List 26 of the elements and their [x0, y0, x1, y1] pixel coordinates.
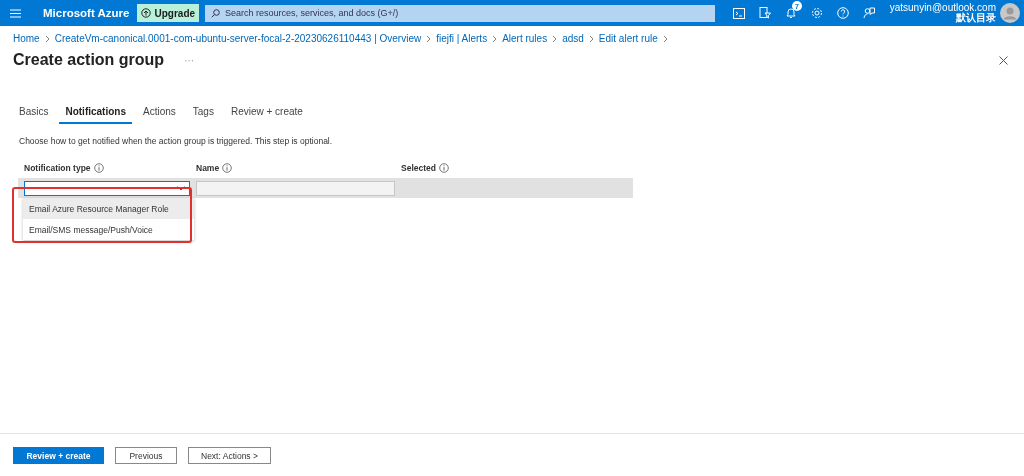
- tab[interactable]: Notifications: [59, 103, 132, 124]
- breadcrumb-link[interactable]: adsd: [562, 33, 584, 44]
- breadcrumb-link[interactable]: fiejfi | Alerts: [436, 33, 488, 44]
- column-header: Selected: [401, 163, 436, 173]
- dropdown-option[interactable]: Email Azure Resource Manager Role: [23, 198, 194, 219]
- review-create-button[interactable]: Review + create: [13, 447, 104, 464]
- directory-name: 默认目录: [956, 13, 996, 24]
- user-email[interactable]: yatsunyin@outlook.com: [889, 2, 996, 13]
- upgrade-button[interactable]: Upgrade: [137, 4, 200, 22]
- brand-name[interactable]: Microsoft Azure: [43, 7, 130, 19]
- column-header: Notification type: [24, 163, 91, 173]
- breadcrumb-link[interactable]: CreateVm-canonical.0001-com-ubuntu-server-focal-2-20230626110443 | Overview: [54, 33, 422, 44]
- tab[interactable]: Tags: [186, 103, 220, 124]
- description-text: Choose how to get notified when the action group is triggered. This step is optional.: [19, 136, 334, 146]
- footer-button[interactable]: Previous: [115, 447, 177, 464]
- footer-button[interactable]: Next: Actions >: [188, 447, 271, 464]
- breadcrumb-link[interactable]: Home: [13, 33, 40, 44]
- tab[interactable]: Basics: [13, 103, 55, 124]
- tab[interactable]: Review + create: [224, 103, 309, 124]
- search-field[interactable]: Search resources, services, and docs (G+/): [205, 4, 716, 22]
- breadcrumb-link[interactable]: Alert rules: [502, 33, 548, 44]
- column-header: Name: [196, 163, 220, 173]
- dropdown-option[interactable]: Email/SMS message/Push/Voice: [23, 219, 194, 240]
- breadcrumb-link[interactable]: Edit alert rule: [598, 33, 658, 44]
- page-title: Create action group: [13, 51, 165, 69]
- tab[interactable]: Actions: [137, 103, 182, 124]
